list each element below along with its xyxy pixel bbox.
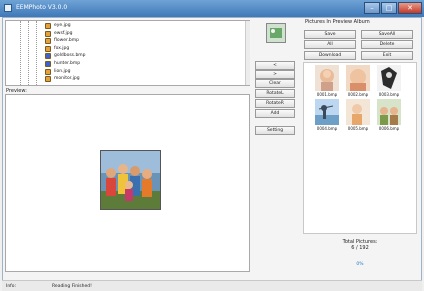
thumbnail-0002[interactable] bbox=[346, 65, 370, 91]
thumbnail-0001[interactable] bbox=[315, 65, 339, 91]
file-list-item[interactable]: flower.bmp bbox=[45, 38, 145, 45]
file-list-item[interactable]: ewsf.jpg bbox=[45, 30, 145, 38]
file-name: eye.jpg bbox=[54, 23, 71, 28]
thumbnail-label: 0001.bmp bbox=[316, 92, 338, 97]
next-button[interactable]: > bbox=[255, 70, 295, 79]
saveall-button[interactable]: SaveAll bbox=[361, 30, 413, 39]
thumbnail-label: 0002.bmp bbox=[347, 92, 369, 97]
file-name: hunter.bmp bbox=[54, 61, 81, 66]
save-button[interactable]: Save bbox=[304, 30, 356, 39]
clear-button[interactable]: Clear bbox=[255, 79, 295, 88]
tree-line bbox=[20, 21, 21, 85]
status-message: Reading Finished! bbox=[52, 284, 92, 289]
file-list-item[interactable]: fox.jpg bbox=[45, 45, 145, 53]
file-name: fox.jpg bbox=[54, 45, 70, 51]
select-all-button[interactable]: All bbox=[304, 40, 356, 49]
preview-pane bbox=[5, 94, 250, 272]
maximize-button[interactable]: □ bbox=[381, 2, 397, 14]
thumbnail-0006[interactable] bbox=[377, 99, 401, 125]
file-list[interactable]: eye.jpg ewsf.jpg flower.bmp fox.jpg goldboss… bbox=[5, 20, 250, 86]
file-name: goldboss.bmp bbox=[54, 53, 86, 59]
app-icon bbox=[4, 4, 12, 12]
thumbnail-label: 0004.bmp bbox=[316, 126, 338, 131]
album-label: Pictures In Preview Album bbox=[305, 19, 370, 25]
file-name: ewsf.jpg bbox=[54, 30, 73, 36]
image-file-icon bbox=[45, 76, 51, 83]
rotate-left-button[interactable]: RotateL bbox=[255, 89, 295, 98]
thumbnail-label: 0003.bmp bbox=[378, 92, 400, 97]
minimize-button[interactable]: – bbox=[364, 2, 380, 14]
file-name: monitor.jpg bbox=[54, 76, 80, 82]
file-list-scrollbar[interactable] bbox=[245, 21, 250, 85]
file-list-item[interactable]: lion.jpg bbox=[45, 68, 145, 76]
image-file-icon bbox=[45, 68, 51, 75]
tree-line bbox=[36, 21, 37, 85]
progress-percent: 0% bbox=[356, 262, 364, 267]
download-button[interactable]: Download bbox=[304, 51, 356, 60]
status-key: Info: bbox=[6, 284, 17, 289]
image-file-icon bbox=[45, 30, 51, 37]
image-file-icon bbox=[45, 23, 51, 29]
file-list-item[interactable]: hunter.bmp bbox=[45, 61, 145, 68]
status-bar: Info: Reading Finished! bbox=[2, 280, 422, 291]
thumbnail-label: 0005.bmp bbox=[347, 126, 369, 131]
setting-button[interactable]: Setting bbox=[255, 126, 295, 135]
exit-button[interactable]: Exit bbox=[361, 51, 413, 60]
thumbnail-0003[interactable] bbox=[377, 65, 401, 91]
window-title: EEMPhoto V3.0.0 bbox=[16, 4, 68, 11]
thumbnail-0004[interactable] bbox=[315, 99, 339, 125]
file-name: flower.bmp bbox=[54, 38, 80, 44]
add-button[interactable]: Add bbox=[255, 109, 295, 118]
thumbnail-0005[interactable] bbox=[346, 99, 370, 125]
delete-button[interactable]: Delete bbox=[361, 40, 413, 49]
title-bar: EEMPhoto V3.0.0 – □ ✕ bbox=[0, 0, 424, 17]
file-list-item[interactable]: goldboss.bmp bbox=[45, 53, 145, 60]
file-name: lion.jpg bbox=[54, 68, 71, 74]
image-file-icon bbox=[45, 38, 51, 45]
thumbnail-label: 0006.bmp bbox=[378, 126, 400, 131]
file-list-item[interactable]: monitor.jpg bbox=[45, 76, 145, 83]
album-panel: 0001.bmp 0002.bmp 0003.bmp 0004.bmp 0005… bbox=[303, 62, 417, 234]
tree-line bbox=[28, 21, 29, 85]
total-pictures-count: 6 / 192 bbox=[351, 245, 369, 251]
prev-button[interactable]: < bbox=[255, 61, 295, 70]
image-file-icon bbox=[45, 45, 51, 52]
preview-photo bbox=[100, 150, 161, 210]
close-button[interactable]: ✕ bbox=[398, 2, 422, 14]
image-file-icon bbox=[45, 61, 51, 67]
file-list-item[interactable]: eye.jpg bbox=[45, 23, 145, 30]
current-image-thumbnail bbox=[266, 23, 286, 43]
image-file-icon bbox=[45, 53, 51, 60]
rotate-right-button[interactable]: RotateR bbox=[255, 99, 295, 108]
